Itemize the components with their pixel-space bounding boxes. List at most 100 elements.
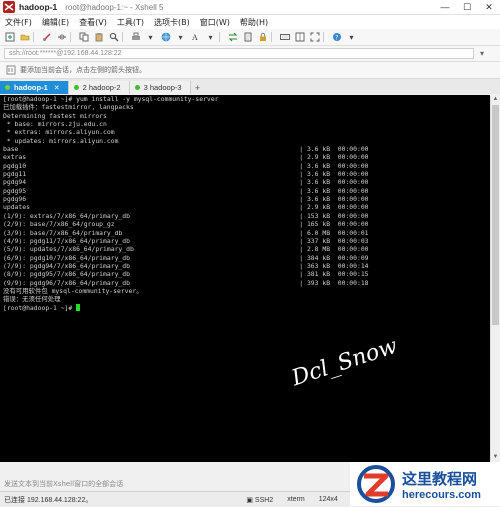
close-button[interactable]: ✕ (478, 0, 500, 14)
terminal-line: updates | 2.9 kB 00:00:00 (3, 203, 369, 212)
tab-close-icon[interactable]: ✕ (54, 84, 60, 92)
hint-text: 要添加当前会话，点击左侧的箭头按钮。 (20, 66, 146, 74)
toolbar-divider (219, 32, 220, 42)
dropdown-arrow-icon[interactable]: ▾ (205, 32, 216, 43)
site-logo: 这里教程网 herecours.com (350, 462, 500, 506)
terminal-size: 124x4 (318, 496, 338, 503)
script-icon[interactable] (242, 32, 253, 43)
terminal-line: (3/9): base/7/x86_64/primary_db | 6.0 MB… (3, 228, 369, 237)
add-session-arrow-icon[interactable] (6, 65, 16, 75)
lock-icon[interactable] (257, 32, 268, 43)
title-bar: hadoop-1 root@hadoop-1:~ - Xshell 5 — ☐ … (0, 0, 500, 15)
address-dropdown-icon[interactable]: ▾ (480, 49, 484, 58)
terminal-line: 错误：无须任何处理 (3, 295, 61, 304)
connect-icon[interactable] (41, 32, 52, 43)
window-subtitle: root@hadoop-1:~ - Xshell 5 (65, 2, 164, 12)
xshell-logo-icon (3, 1, 15, 13)
tab-bar: hadoop-1 ✕ 2 hadoop-2 3 hadoop-3 + (0, 79, 500, 94)
tab-label: hadoop-1 (14, 83, 48, 92)
terminal-line: pgdg11 | 3.6 kB 00:00:00 (3, 170, 369, 179)
minimize-button[interactable]: — (434, 0, 456, 14)
keyboard-icon[interactable] (279, 32, 290, 43)
menu-edit[interactable]: 编辑(E) (37, 17, 74, 28)
tab-label: 2 hadoop-2 (82, 83, 121, 92)
site-logo-name: 这里教程网 (402, 469, 478, 488)
tab-hadoop-1[interactable]: hadoop-1 ✕ (0, 81, 69, 94)
terminal-line: (4/9): pgdg11/7/x86_64/primary_db | 337 … (3, 236, 369, 245)
terminal-line: Determining fastest mirrors (3, 111, 107, 120)
terminal-line: pgdg96 | 3.6 kB 00:00:00 (3, 195, 369, 204)
toolbar: ▾ ▾ A ▾ ? ▾ (0, 29, 500, 46)
terminal-line: 已加载插件：fastestmirror, langpacks (3, 103, 134, 112)
help-icon[interactable]: ? (331, 32, 342, 43)
terminal-line: (8/9): pgdg95/7/x86_64/primary_db | 381 … (3, 270, 369, 279)
disconnect-icon[interactable] (56, 32, 67, 43)
compose-input[interactable]: 发送文本到当前Xshell窗口的全部会话 (4, 479, 123, 489)
tab-hadoop-3[interactable]: 3 hadoop-3 (129, 81, 191, 94)
copy-icon[interactable] (78, 32, 89, 43)
protocol-status: ▣ SSH2 (246, 496, 274, 504)
fullscreen-icon[interactable] (309, 32, 320, 43)
layout-icon[interactable] (294, 32, 305, 43)
menu-help[interactable]: 帮助(H) (235, 17, 273, 28)
terminal-cursor (76, 304, 81, 312)
new-tab-button[interactable]: + (191, 81, 205, 94)
menu-tools[interactable]: 工具(T) (112, 17, 149, 28)
new-session-icon[interactable] (4, 32, 15, 43)
terminal-prompt-line: [root@hadoop-1 ~]# (0, 304, 490, 312)
terminal-line: (5/9): updates/7/x86_64/primary_db | 2.8… (3, 245, 369, 254)
address-bar: ssh://root:******@192.168.44.128:22 ▾ (0, 46, 500, 62)
toolbar-divider (122, 32, 123, 42)
maximize-button[interactable]: ☐ (456, 0, 478, 14)
terminal-output[interactable]: [root@hadoop-1 ~]# yum install -y mysql-… (0, 95, 490, 462)
terminal-line: base | 3.6 kB 00:00:00 (3, 145, 369, 154)
tab-hadoop-2[interactable]: 2 hadoop-2 (68, 81, 130, 94)
tab-status-dot (134, 85, 140, 90)
toolbar-divider (33, 32, 34, 42)
terminal-line: 没有可用软件包 mysql-community-server。 (3, 286, 143, 295)
print-icon[interactable] (130, 32, 141, 43)
menu-view[interactable]: 查看(V) (74, 17, 112, 28)
toolbar-divider (323, 32, 324, 42)
font-icon[interactable]: A (190, 32, 201, 43)
scroll-up-icon[interactable]: ▲ (491, 95, 500, 104)
dropdown-arrow-icon[interactable]: ▾ (145, 32, 156, 43)
tab-status-dot (73, 85, 79, 90)
dropdown-arrow-icon[interactable]: ▾ (346, 32, 357, 43)
author-watermark: Dcl_Snow (288, 333, 401, 392)
site-logo-url: herecours.com (402, 488, 481, 501)
svg-text:?: ? (335, 34, 338, 41)
terminal-line: (2/9): base/7/x86_64/group_gz | 165 kB 0… (3, 220, 369, 229)
terminal-prompt: [root@hadoop-1 ~]# (3, 303, 77, 312)
paste-icon[interactable] (93, 32, 104, 43)
find-icon[interactable] (108, 32, 119, 43)
terminal-line: extras | 2.9 kB 00:00:00 (3, 153, 369, 162)
svg-text:A: A (192, 33, 198, 42)
menu-tab[interactable]: 选项卡(B) (149, 17, 195, 28)
terminal-line: (7/9): pgdg94/7/x86_64/primary_db | 363 … (3, 261, 369, 270)
scroll-down-icon[interactable]: ▼ (491, 453, 500, 462)
terminal-line: * base: mirrors.zju.edu.cn (3, 120, 107, 129)
scroll-thumb[interactable] (492, 105, 499, 325)
menu-file[interactable]: 文件(F) (0, 17, 37, 28)
menu-window[interactable]: 窗口(W) (195, 17, 235, 28)
session-address-field[interactable]: ssh://root:******@192.168.44.128:22 (4, 48, 474, 59)
ssh-icon: ▣ (246, 496, 255, 504)
terminal-line: (1/9): extras/7/x86_64/primary_db | 153 … (3, 211, 369, 220)
transfer-icon[interactable] (227, 32, 238, 43)
compose-bar: 发送文本到当前Xshell窗口的全部会话 (0, 478, 350, 490)
open-folder-icon[interactable] (19, 32, 30, 43)
site-logo-icon (357, 465, 395, 503)
terminal-line: (9/9): pgdg96/7/x86_64/primary_db | 393 … (3, 278, 369, 287)
tab-label: 3 hadoop-3 (143, 83, 182, 92)
tab-status-dot (5, 85, 10, 90)
terminal-scrollbar[interactable]: ▲ ▼ (490, 95, 500, 462)
terminal-line: * updates: mirrors.aliyun.com (3, 136, 119, 145)
dropdown-arrow-icon[interactable]: ▾ (175, 32, 186, 43)
terminal-line: * extras: mirrors.aliyun.com (3, 128, 115, 137)
terminal-line: pgdg94 | 3.6 kB 00:00:00 (3, 178, 369, 187)
toolbar-divider (70, 32, 71, 42)
terminal-type: xterm (287, 496, 305, 503)
globe-icon[interactable] (160, 32, 171, 43)
terminal-line: (6/9): pgdg10/7/x86_64/primary_db | 384 … (3, 253, 369, 262)
